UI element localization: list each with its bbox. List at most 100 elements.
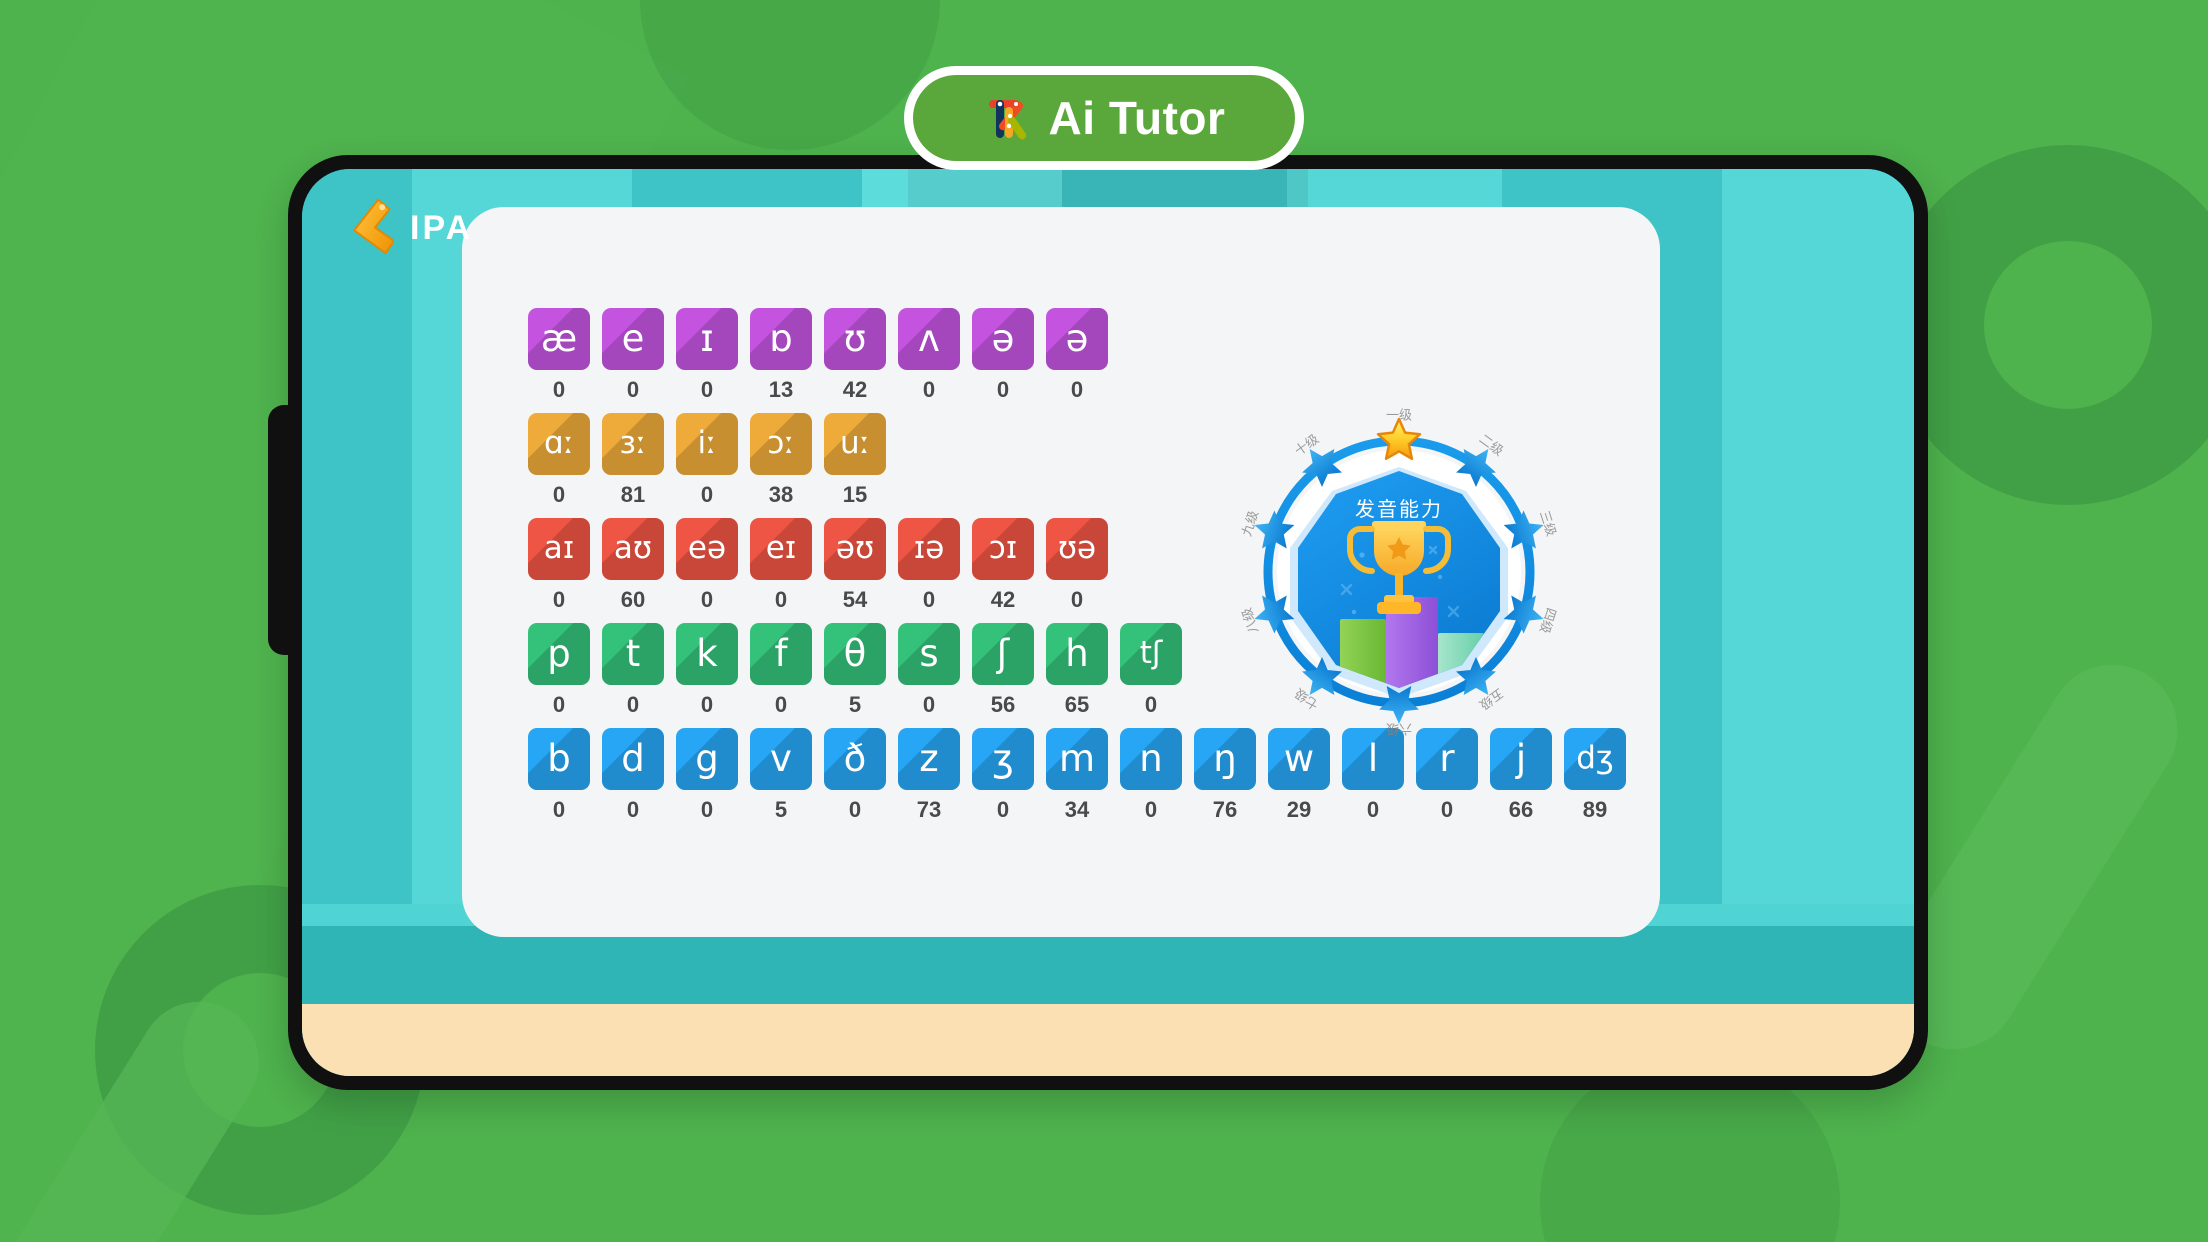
ipa-count-value: 0 — [848, 796, 862, 822]
badge-graphic — [1254, 417, 1544, 724]
ipa-count-value: 38 — [768, 481, 794, 507]
ipa-count-value: 0 — [552, 481, 566, 507]
ipa-symbol: e — [621, 317, 645, 360]
ipa-tile[interactable]: ʊə — [1046, 517, 1108, 580]
ipa-symbol: ʊə — [1057, 530, 1097, 566]
ipa-symbol: ɔː — [767, 425, 795, 461]
ipa-tile[interactable]: g — [676, 727, 738, 790]
ipa-tile[interactable]: æ — [528, 307, 590, 370]
ipa-tile-cell: ə0 — [968, 307, 1038, 403]
tablet-power-button[interactable] — [268, 405, 302, 655]
ipa-tile[interactable]: b — [528, 727, 590, 790]
ipa-tile[interactable]: ɑː — [528, 412, 590, 475]
ipa-count-value: 0 — [1440, 796, 1454, 822]
ipa-count-value: 0 — [1070, 586, 1084, 612]
ipa-tile[interactable]: ɔː — [750, 412, 812, 475]
ipa-tile[interactable]: n — [1120, 727, 1182, 790]
ipa-tile[interactable]: ə — [1046, 307, 1108, 370]
ipa-tile[interactable]: eə — [676, 517, 738, 580]
ipa-tile[interactable]: aɪ — [528, 517, 590, 580]
ipa-symbol: əʊ — [835, 530, 875, 566]
ipa-tile[interactable]: f — [750, 622, 812, 685]
ipa-symbol: aʊ — [613, 530, 653, 566]
ipa-count-value: 0 — [552, 796, 566, 822]
ipa-tile[interactable]: ɜː — [602, 412, 664, 475]
ipa-count-value: 73 — [916, 796, 942, 822]
ipa-count-value: 0 — [626, 376, 640, 402]
ipa-count-value: 0 — [996, 796, 1010, 822]
ipa-tile[interactable]: iː — [676, 412, 738, 475]
ipa-count-value: 0 — [700, 796, 714, 822]
ipa-symbol: r — [1439, 737, 1455, 780]
ipa-tile-cell: h 65 — [1042, 622, 1112, 718]
pronunciation-ability-badge[interactable]: 发音能力 一级二级三级四级五级六级七级八级九级十级 — [1234, 407, 1564, 737]
ipa-count-value: 81 — [620, 481, 646, 507]
ipa-tile[interactable]: ɔɪ — [972, 517, 1034, 580]
ipa-corner-label[interactable]: IPA — [348, 197, 473, 259]
ipa-tile-cell: tʃ 0 — [1116, 622, 1186, 718]
ipa-symbol: ə — [991, 317, 1015, 360]
ipa-tile[interactable]: ɒ — [750, 307, 812, 370]
ipa-tile[interactable]: s — [898, 622, 960, 685]
ipa-tile-cell: ŋ 76 — [1190, 727, 1260, 823]
ipa-tile-cell: ɒ 13 — [746, 307, 816, 403]
ipa-tile[interactable]: e — [602, 307, 664, 370]
ipa-tile[interactable]: tʃ — [1120, 622, 1182, 685]
ipa-count-value: 54 — [842, 586, 868, 612]
ipa-tile-group: æ 0 e 0 ɪ 0 ɒ 13 ʊ 42 ʌ 0 ə 0 ə 0 — [524, 307, 1630, 403]
ipa-tile[interactable]: θ — [824, 622, 886, 685]
ipa-symbol: eɪ — [765, 530, 797, 566]
ipa-symbol: p — [547, 632, 571, 675]
ipa-count-value: 65 — [1064, 691, 1090, 717]
badge-title: 发音能力 — [1355, 497, 1443, 521]
ipa-tile[interactable]: ɪə — [898, 517, 960, 580]
ipa-tile-cell: l0 — [1338, 727, 1408, 823]
ipa-tile-cell: ɑː 0 — [524, 412, 594, 508]
ipa-tile[interactable]: z — [898, 727, 960, 790]
ipa-tile[interactable]: ð — [824, 727, 886, 790]
ipa-tile[interactable]: ʌ — [898, 307, 960, 370]
ipa-tile[interactable]: k — [676, 622, 738, 685]
ipa-tile-group: b 0 d 0 g 0 v 5 ð 0 z 73 ʒ 0 m 34 n 0 ŋ 76 w 29 l 0 r 0 j 66 dʒ 89 — [524, 727, 1630, 823]
ipa-tile[interactable]: h — [1046, 622, 1108, 685]
ipa-symbol: s — [919, 632, 939, 675]
ipa-tile[interactable]: v — [750, 727, 812, 790]
ipa-tile[interactable]: p — [528, 622, 590, 685]
ipa-symbol: dʒ — [1576, 740, 1614, 776]
ipa-count-value: 5 — [848, 691, 862, 717]
ipa-tile[interactable]: ʃ — [972, 622, 1034, 685]
ipa-tile[interactable]: m — [1046, 727, 1108, 790]
ipa-tile[interactable]: ɪ — [676, 307, 738, 370]
ipa-symbol: ʊ — [843, 317, 867, 360]
ipa-tile-cell: ɔɪ 42 — [968, 517, 1038, 613]
ipa-count-value: 0 — [922, 691, 936, 717]
ipa-count-value: 0 — [922, 586, 936, 612]
ipa-tile[interactable]: t — [602, 622, 664, 685]
ipa-symbol: n — [1139, 737, 1163, 780]
ipa-tile[interactable]: uː — [824, 412, 886, 475]
ipa-tile[interactable]: əʊ — [824, 517, 886, 580]
ipa-row-short-vowels: æ 0 e 0 ɪ 0 ɒ 13 ʊ 42 ʌ 0 ə 0 ə 0 — [524, 307, 1630, 403]
ipa-tile[interactable]: aʊ — [602, 517, 664, 580]
ipa-count-value: 0 — [700, 691, 714, 717]
ipa-tile-cell: ʃ 56 — [968, 622, 1038, 718]
ipa-count-value: 0 — [996, 376, 1010, 402]
ipa-tile[interactable]: ʊ — [824, 307, 886, 370]
background-ring-top-right — [1888, 145, 2208, 505]
ipa-count-value: 76 — [1212, 796, 1238, 822]
ipa-symbol: g — [695, 737, 719, 780]
ipa-tile[interactable]: ŋ — [1194, 727, 1256, 790]
ipa-tile-cell: g0 — [672, 727, 742, 823]
ipa-symbol: ɪə — [913, 530, 945, 566]
ipa-tile[interactable]: ə — [972, 307, 1034, 370]
ipa-tile[interactable]: dʒ — [1564, 727, 1626, 790]
ipa-tile-cell: ɜː 81 — [598, 412, 668, 508]
ipa-count-value: 42 — [990, 586, 1016, 612]
app-header-pill[interactable]: Ai Tutor — [904, 66, 1304, 170]
ipa-symbol: ɔɪ — [988, 530, 1018, 566]
ipa-tile[interactable]: d — [602, 727, 664, 790]
ipa-tile[interactable]: ʒ — [972, 727, 1034, 790]
ipa-symbol: t — [625, 632, 641, 675]
ipa-tile-cell: əʊ 54 — [820, 517, 890, 613]
ipa-tile[interactable]: eɪ — [750, 517, 812, 580]
